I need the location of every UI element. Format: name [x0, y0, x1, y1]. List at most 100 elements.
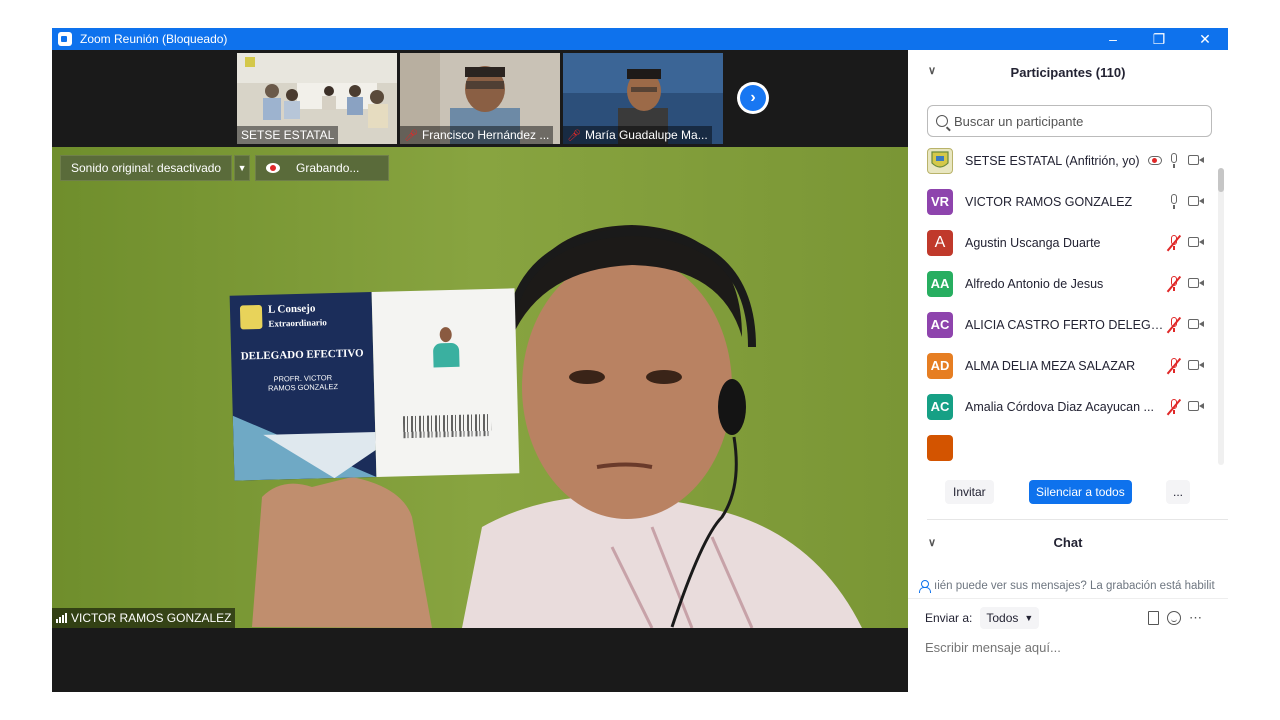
- minimize-button[interactable]: –: [1090, 28, 1136, 50]
- zoom-app-icon: [58, 32, 72, 46]
- card-barcode: [402, 413, 492, 439]
- title-bar: Zoom Reunión (Bloqueado) – ❐ ✕: [52, 28, 1228, 50]
- thumbnail-name: Francisco Hernández ...: [421, 128, 550, 142]
- muted-microphone-icon[interactable]: [1168, 316, 1180, 333]
- more-options-button[interactable]: ...: [1166, 480, 1190, 504]
- participant-list-scrollbar[interactable]: [1218, 168, 1224, 465]
- participant-row[interactable]: A Agustin Uscanga Duarte: [908, 222, 1218, 263]
- participant-actions: Invitar Silenciar a todos ...: [908, 480, 1228, 506]
- muted-microphone-icon[interactable]: [1168, 234, 1180, 251]
- participant-row[interactable]: VR VICTOR RAMOS GONZALEZ: [908, 181, 1218, 222]
- chevron-right-icon: ›: [740, 85, 766, 111]
- participant-row[interactable]: AC ALICIA CASTRO FERTO DELEGAC...: [908, 304, 1218, 345]
- participant-name: VICTOR RAMOS GONZALEZ: [965, 194, 1133, 209]
- chat-message-input[interactable]: [925, 636, 1215, 658]
- participant-row-partial[interactable]: [908, 427, 1218, 465]
- participant-avatar: AD: [927, 352, 953, 379]
- thumbnail-name-label: 🎤︎ María Guadalupe Ma...: [563, 126, 712, 144]
- side-panel: ∨ Participantes (110) Buscar un particip…: [908, 50, 1228, 692]
- search-placeholder: Buscar un participante: [954, 113, 1084, 129]
- participant-avatar: AC: [927, 393, 953, 420]
- participant-name: Amalia Córdova Diaz Acayucan ...: [965, 399, 1154, 414]
- photo-head: [439, 326, 452, 343]
- participants-header: ∨ Participantes (110): [908, 50, 1228, 94]
- card-role: DELEGADO EFECTIVO: [240, 347, 364, 363]
- microphone-icon[interactable]: [1168, 152, 1180, 169]
- participant-search[interactable]: Buscar un participante: [927, 105, 1212, 137]
- video-camera-icon[interactable]: [1188, 319, 1204, 330]
- recording-indicator[interactable]: Grabando...: [255, 155, 389, 181]
- original-sound-dropdown-icon[interactable]: ▼: [234, 155, 251, 181]
- mute-all-button[interactable]: Silenciar a todos: [1029, 480, 1132, 504]
- active-speaker-video: L Consejo Extraordinario DELEGADO EFECTI…: [52, 147, 908, 628]
- scrollbar-thumb[interactable]: [1218, 168, 1224, 192]
- chat-notice-text: ıién puede ver sus mensajes? La grabació…: [934, 580, 1215, 592]
- more-icon[interactable]: ⋯: [1189, 610, 1202, 626]
- original-sound-control: Sonido original: desactivado ▼: [60, 155, 251, 181]
- cloud-recording-icon: [1148, 156, 1162, 165]
- window-title: Zoom Reunión (Bloqueado): [80, 32, 228, 46]
- emoji-icon[interactable]: [1167, 611, 1181, 625]
- thumbnail-name-label: SETSE ESTATAL: [237, 126, 339, 144]
- muted-microphone-icon[interactable]: [1168, 275, 1180, 292]
- thumbnail-video[interactable]: 🎤︎ Francisco Hernández ...: [400, 53, 560, 144]
- panel-divider: [927, 519, 1228, 520]
- video-camera-icon[interactable]: [1188, 237, 1204, 248]
- participant-avatar: VR: [927, 188, 953, 215]
- participant-avatar: AC: [927, 311, 953, 338]
- photo-shirt: [432, 342, 460, 368]
- chat-tools: ⋯: [1148, 610, 1202, 626]
- host-avatar: [927, 147, 953, 174]
- participant-row[interactable]: AD ALMA DELIA MEZA SALAZAR: [908, 345, 1218, 386]
- original-sound-button[interactable]: Sonido original: desactivado: [60, 155, 233, 181]
- thumbnail-video[interactable]: SETSE ESTATAL: [237, 53, 397, 144]
- send-to-label: Enviar a:: [925, 611, 973, 625]
- video-camera-icon[interactable]: [1188, 155, 1204, 166]
- send-to-value: Todos: [986, 611, 1019, 625]
- delegate-id-card: L Consejo Extraordinario DELEGADO EFECTI…: [229, 288, 520, 481]
- chat-divider: [908, 598, 1228, 599]
- speaker-name: VICTOR RAMOS GONZALEZ: [71, 611, 232, 625]
- microphone-icon[interactable]: [1168, 193, 1180, 210]
- muted-microphone-icon[interactable]: [1168, 357, 1180, 374]
- card-title: L Consejo Extraordinario: [268, 301, 327, 331]
- signal-strength-icon: [56, 613, 67, 623]
- video-camera-icon[interactable]: [1188, 278, 1204, 289]
- participant-row[interactable]: AA Alfredo Antonio de Jesus: [908, 263, 1218, 304]
- file-icon[interactable]: [1148, 611, 1159, 625]
- chat-privacy-notice: ıién puede ver sus mensajes? La grabació…: [918, 576, 1228, 596]
- recording-label: Grabando...: [296, 161, 360, 175]
- participant-row[interactable]: SETSE ESTATAL (Anfitrión, yo): [908, 140, 1218, 181]
- chat-title: Chat: [1053, 534, 1083, 550]
- zoom-window: Zoom Reunión (Bloqueado) – ❐ ✕ SETSE EST…: [52, 28, 1228, 692]
- close-button[interactable]: ✕: [1182, 28, 1228, 50]
- thumbnail-video[interactable]: 🎤︎ María Guadalupe Ma...: [563, 53, 723, 144]
- active-speaker-label: VICTOR RAMOS GONZALEZ: [52, 608, 236, 628]
- invite-button[interactable]: Invitar: [945, 480, 994, 504]
- card-title-line2: Extraordinario: [268, 317, 327, 329]
- thumbnail-name: María Guadalupe Ma...: [584, 128, 708, 142]
- video-camera-icon[interactable]: [1188, 360, 1204, 371]
- next-page-button[interactable]: ›: [737, 82, 769, 114]
- video-area: SETSE ESTATAL 🎤︎ Francisco Hernández ...: [52, 50, 908, 692]
- restore-button[interactable]: ❐: [1136, 28, 1182, 50]
- person-icon: [918, 580, 931, 593]
- union-shield-icon: [931, 150, 949, 168]
- participant-name: ALICIA CASTRO FERTO DELEGAC...: [965, 317, 1165, 332]
- muted-microphone-icon[interactable]: [1168, 398, 1180, 415]
- card-title-line1: L Consejo: [267, 302, 316, 316]
- chat-header: ∨ Chat: [908, 522, 1228, 562]
- video-camera-icon[interactable]: [1188, 401, 1204, 412]
- send-to-row: Enviar a: Todos ▼: [925, 606, 1040, 630]
- send-to-dropdown[interactable]: Todos ▼: [980, 607, 1040, 629]
- thumbnail-strip: SETSE ESTATAL 🎤︎ Francisco Hernández ...: [52, 50, 908, 147]
- chevron-down-icon[interactable]: ∨: [928, 64, 936, 77]
- chevron-down-icon: ▼: [1024, 613, 1034, 623]
- participant-row[interactable]: AC Amalia Córdova Diaz Acayucan ...: [908, 386, 1218, 427]
- chevron-down-icon[interactable]: ∨: [928, 536, 936, 549]
- video-camera-icon[interactable]: [1188, 196, 1204, 207]
- card-right-panel: [371, 288, 520, 477]
- card-name-line2: RAMOS GONZALEZ: [267, 381, 339, 393]
- participant-list: SETSE ESTATAL (Anfitrión, yo) VR VICTOR …: [908, 140, 1218, 465]
- participants-title: Participantes (110): [1010, 64, 1126, 80]
